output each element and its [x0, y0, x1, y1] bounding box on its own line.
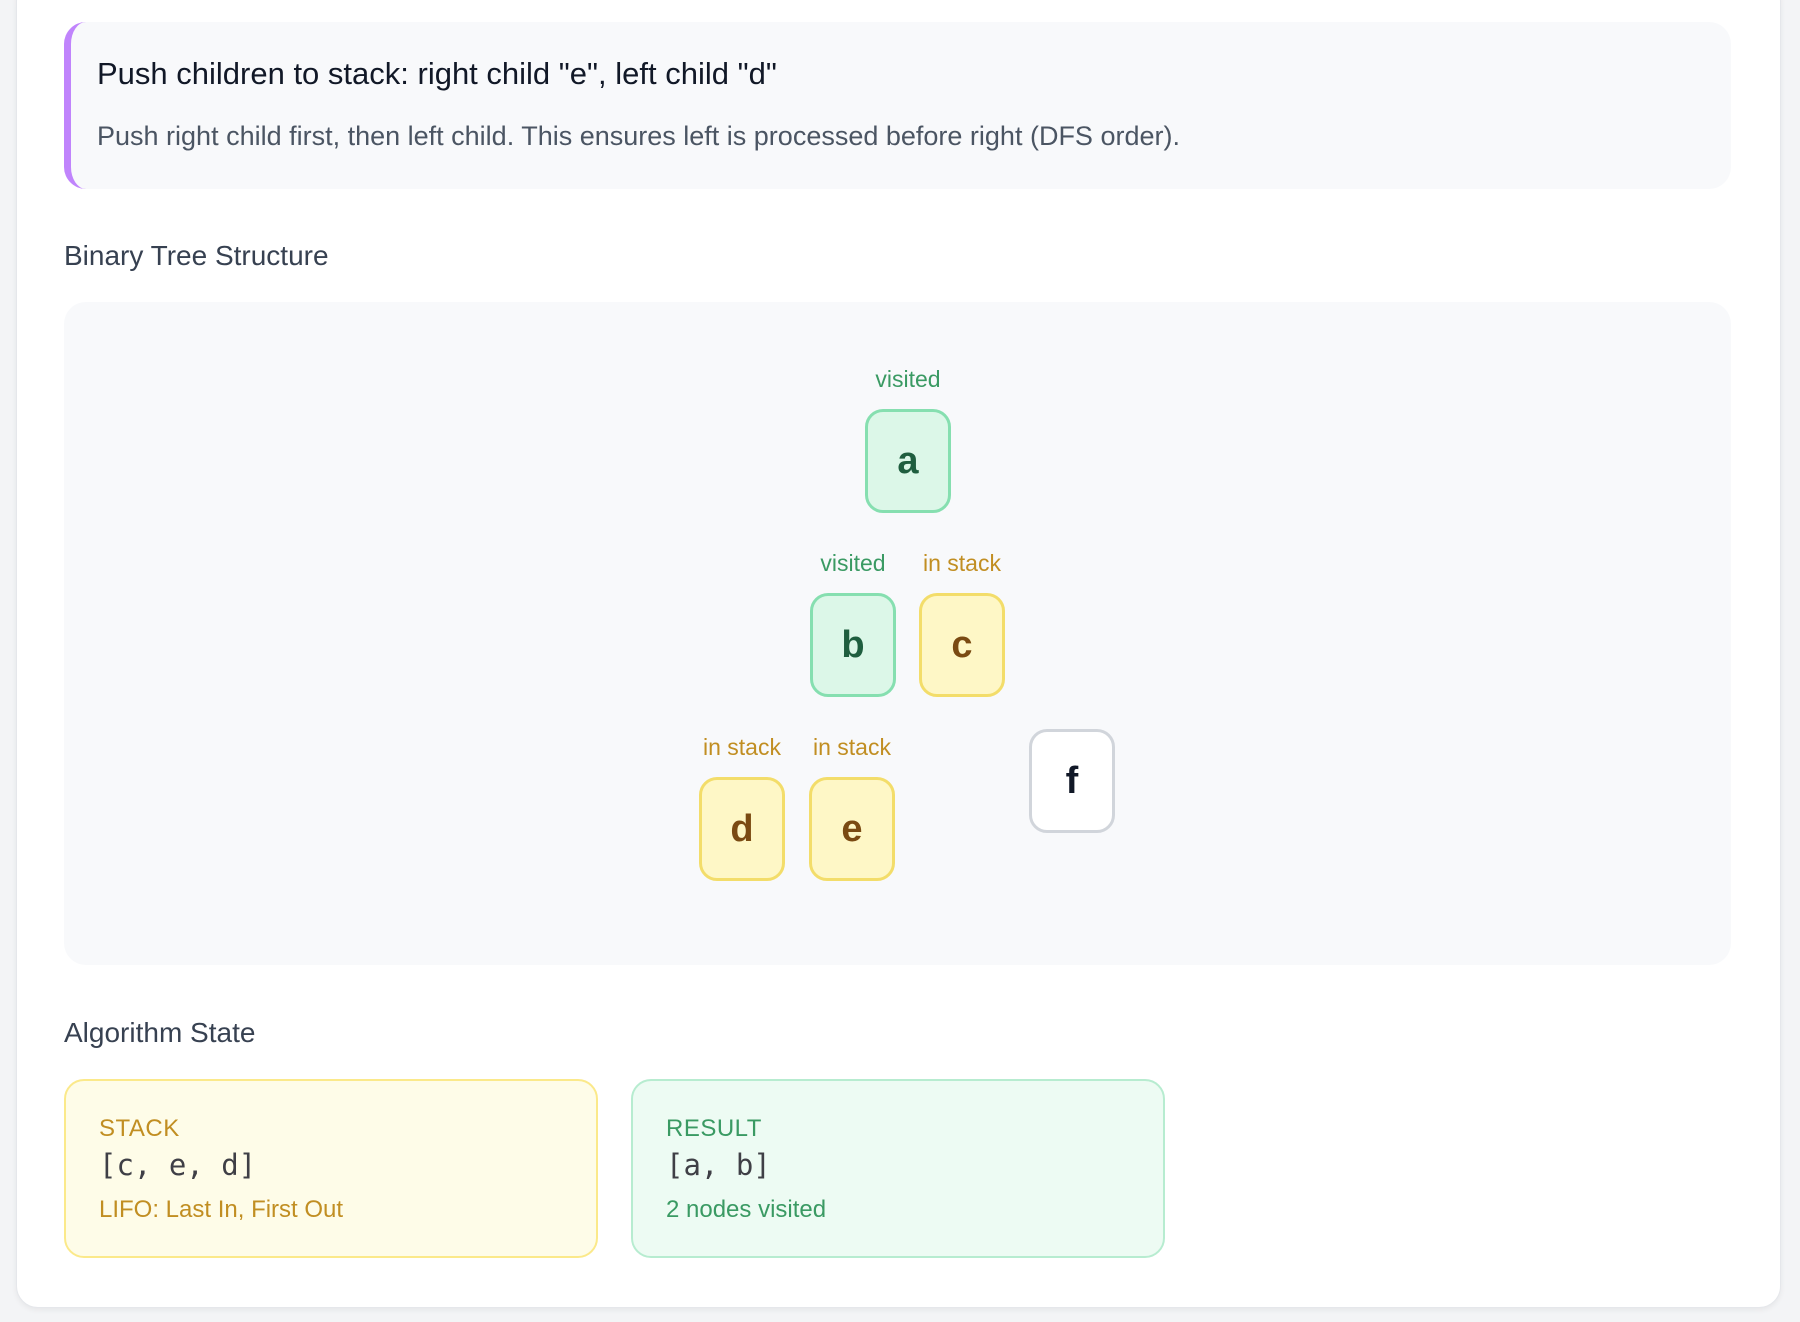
result-note: 2 nodes visited — [666, 1196, 827, 1223]
node-box: b — [810, 593, 896, 697]
tree-node-c: in stack c — [907, 547, 1017, 697]
tree-node-b: visited b — [798, 547, 908, 697]
step-banner — [64, 22, 1731, 189]
node-box: f — [1029, 729, 1115, 833]
tree-node-a: visited a — [853, 363, 963, 513]
node-box: a — [865, 409, 951, 513]
state-section-title: Algorithm State — [64, 1017, 256, 1048]
tree-node-d: in stack d — [687, 731, 797, 881]
stack-note: LIFO: Last In, First Out — [99, 1196, 344, 1223]
step-description: Push right child first, then left child.… — [97, 121, 1180, 151]
node-box: d — [699, 777, 785, 881]
tree-panel: visited a visited b in stack c in stack … — [64, 302, 1731, 965]
node-status-label: in stack — [703, 734, 781, 760]
node-box: e — [809, 777, 895, 881]
node-box: c — [919, 593, 1005, 697]
tree-node-f: f — [1017, 715, 1127, 833]
result-value: [a, b] — [666, 1148, 771, 1182]
node-status-label: visited — [875, 366, 941, 392]
node-status-label: in stack — [923, 550, 1001, 576]
step-title: Push children to stack: right child "e",… — [97, 56, 777, 91]
stack-panel: STACK [c, e, d] LIFO: Last In, First Out — [64, 1079, 598, 1258]
node-status-label: visited — [820, 550, 886, 576]
node-status-label: in stack — [813, 734, 891, 760]
result-header: RESULT — [666, 1115, 762, 1142]
tree-section-title: Binary Tree Structure — [64, 240, 329, 271]
result-panel: RESULT [a, b] 2 nodes visited — [631, 1079, 1165, 1258]
stack-header: STACK — [99, 1115, 180, 1142]
stack-value: [c, e, d] — [99, 1148, 257, 1182]
tree-node-e: in stack e — [797, 731, 907, 881]
